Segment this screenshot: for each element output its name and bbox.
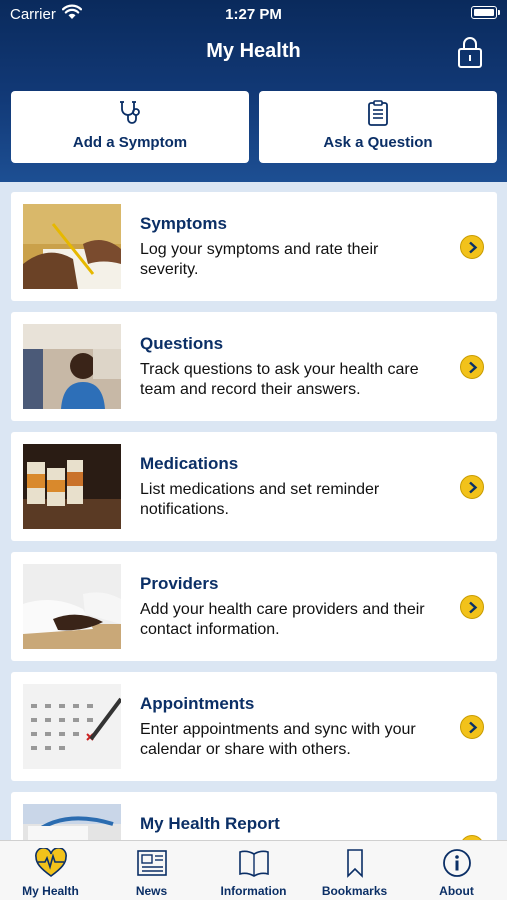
book-icon — [238, 850, 269, 877]
card-title: Appointments — [140, 694, 255, 713]
card-title: My Health Report — [140, 814, 280, 833]
card-questions[interactable]: Questions Track questions to ask your he… — [11, 312, 497, 421]
bookmark-icon — [346, 849, 363, 878]
card-symptoms[interactable]: Symptoms Log your symptoms and rate thei… — [11, 192, 497, 301]
tab-label: Bookmarks — [321, 884, 388, 898]
add-symptom-button[interactable]: Add a Symptom — [11, 91, 249, 163]
tab-label: Information — [220, 884, 287, 898]
chevron-right-icon[interactable] — [460, 475, 484, 499]
add-symptom-label: Add a Symptom — [72, 134, 188, 151]
providers-thumbnail — [23, 564, 121, 649]
card-title: Medications — [140, 454, 239, 473]
newspaper-icon — [136, 850, 167, 876]
card-description: Log your symptoms and rate their severit… — [140, 241, 379, 278]
card-title: Questions — [140, 334, 224, 353]
report-thumbnail — [23, 804, 121, 840]
medications-thumbnail — [23, 444, 121, 529]
header: Carrier 1:27 PM My Health Add a Symptom — [0, 0, 507, 182]
card-description: Add your health care providers and their… — [140, 601, 425, 638]
tab-bookmarks[interactable]: Bookmarks — [304, 841, 405, 900]
card-medications[interactable]: Medications List medications and set rem… — [11, 432, 497, 541]
status-time: 1:27 PM — [225, 6, 282, 23]
card-description: List medications and set reminder notifi… — [140, 481, 380, 518]
stethoscope-icon — [120, 101, 140, 124]
tab-about[interactable]: About — [406, 841, 507, 900]
appointments-thumbnail — [23, 684, 121, 769]
card-description: Enter appointments and sync with your ca… — [140, 721, 416, 758]
section-list: Symptoms Log your symptoms and rate thei… — [0, 182, 507, 840]
chevron-right-icon[interactable] — [460, 715, 484, 739]
status-bar: Carrier 1:27 PM — [0, 0, 507, 28]
card-my-health-report[interactable]: My Health Report — [11, 792, 497, 840]
card-description: Track questions to ask your health care … — [140, 361, 419, 398]
lock-icon[interactable] — [456, 34, 484, 70]
battery-icon — [471, 6, 500, 19]
symptoms-thumbnail — [23, 204, 121, 289]
tab-bar: My Health News Information Bookmarks Abo… — [0, 840, 507, 900]
chevron-right-icon[interactable] — [460, 235, 484, 259]
questions-thumbnail — [23, 324, 121, 409]
card-title: Symptoms — [140, 214, 227, 233]
tab-label: News — [135, 884, 168, 898]
tab-label: My Health — [22, 884, 79, 898]
ask-question-button[interactable]: Ask a Question — [259, 91, 497, 163]
tab-my-health[interactable]: My Health — [0, 841, 101, 900]
chevron-right-icon[interactable] — [460, 595, 484, 619]
info-icon — [442, 849, 471, 877]
ask-question-label: Ask a Question — [323, 134, 433, 151]
tab-label: About — [439, 884, 474, 898]
card-title: Providers — [140, 574, 219, 593]
page-title: My Health — [206, 40, 301, 62]
clipboard-icon — [368, 100, 388, 126]
tab-information[interactable]: Information — [203, 841, 304, 900]
tab-news[interactable]: News — [101, 841, 202, 900]
heart-pulse-icon — [34, 848, 67, 877]
card-appointments[interactable]: Appointments Enter appointments and sync… — [11, 672, 497, 781]
chevron-right-icon[interactable] — [460, 355, 484, 379]
card-providers[interactable]: Providers Add your health care providers… — [11, 552, 497, 661]
